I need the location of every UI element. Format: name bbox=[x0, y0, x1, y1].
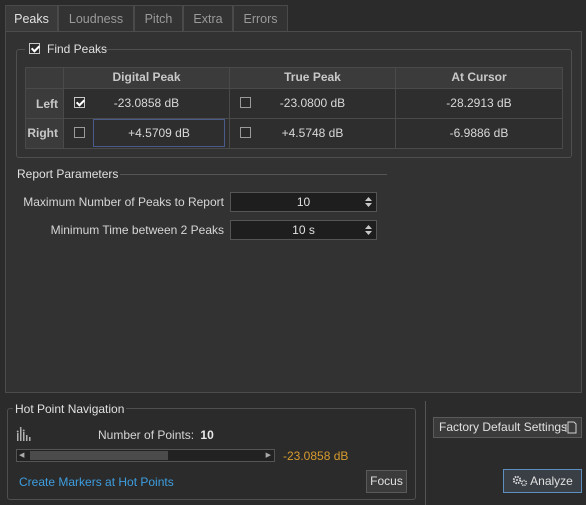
row-header-right: Right bbox=[26, 119, 64, 148]
peaks-table: Digital Peak True Peak At Cursor Left -2… bbox=[25, 67, 563, 149]
left-true-peak-checkbox[interactable] bbox=[240, 97, 251, 108]
find-peaks-checkbox[interactable] bbox=[29, 43, 40, 54]
min-time-label: Minimum Time between 2 Peaks bbox=[50, 223, 224, 237]
right-true-peak-cell[interactable]: +4.5748 dB bbox=[230, 119, 396, 148]
scroll-left-icon[interactable]: ◀ bbox=[19, 450, 24, 461]
factory-default-settings-button[interactable]: Factory Default Settings bbox=[433, 417, 582, 438]
left-digital-peak-cell[interactable]: -23.0858 dB bbox=[64, 89, 230, 119]
tab-loudness[interactable]: Loudness bbox=[58, 5, 134, 31]
left-true-peak-value: -23.0800 dB bbox=[279, 96, 346, 110]
max-peaks-spinbox[interactable]: 10 bbox=[230, 192, 377, 212]
find-peaks-label: Find Peaks bbox=[47, 42, 108, 56]
factory-default-settings-label: Factory Default Settings bbox=[439, 420, 568, 434]
copy-settings-icon bbox=[565, 421, 577, 434]
row-header-left: Left bbox=[26, 89, 64, 119]
tab-errors[interactable]: Errors bbox=[233, 5, 288, 31]
scroll-right-icon[interactable]: ▶ bbox=[266, 450, 271, 461]
right-digital-peak-checkbox[interactable] bbox=[74, 127, 85, 138]
tab-extra[interactable]: Extra bbox=[183, 5, 233, 31]
scrollbar-thumb[interactable] bbox=[30, 451, 168, 460]
min-time-spinbox[interactable]: 10 s bbox=[230, 220, 377, 240]
column-header-true-peak: True Peak bbox=[230, 68, 396, 89]
number-of-points-value: 10 bbox=[200, 428, 214, 442]
right-true-peak-checkbox[interactable] bbox=[240, 127, 251, 138]
left-true-peak-cell[interactable]: -23.0800 dB bbox=[230, 89, 396, 119]
right-digital-peak-value: +4.5709 dB bbox=[93, 119, 225, 147]
number-of-points-label: Number of Points: bbox=[98, 428, 195, 442]
vertical-divider bbox=[425, 401, 426, 505]
hot-point-navigation-title: Hot Point Navigation bbox=[13, 402, 127, 416]
left-digital-peak-checkbox[interactable] bbox=[74, 97, 85, 108]
tab-pitch[interactable]: Pitch bbox=[134, 5, 183, 31]
spin-arrows-icon[interactable] bbox=[364, 195, 373, 209]
min-time-value: 10 s bbox=[292, 223, 315, 237]
right-at-cursor-cell: -6.9886 dB bbox=[396, 119, 562, 148]
table-corner bbox=[26, 68, 64, 89]
number-of-points: Number of Points: 10 bbox=[98, 428, 214, 442]
left-at-cursor-cell: -28.2913 dB bbox=[396, 89, 562, 119]
right-at-cursor-value: -6.9886 dB bbox=[449, 126, 509, 140]
find-peaks-header: Find Peaks bbox=[25, 41, 107, 57]
hot-points-icon bbox=[16, 427, 31, 441]
create-markers-link[interactable]: Create Markers at Hot Points bbox=[19, 475, 174, 489]
spin-arrows-icon[interactable] bbox=[364, 223, 373, 237]
analyze-label: Analyze bbox=[530, 474, 573, 488]
report-parameters-title: Report Parameters bbox=[17, 167, 119, 181]
report-parameters-line bbox=[120, 174, 387, 175]
column-header-at-cursor: At Cursor bbox=[396, 68, 562, 89]
tab-peaks[interactable]: Peaks bbox=[5, 5, 58, 32]
gears-icon bbox=[512, 475, 528, 487]
left-at-cursor-value: -28.2913 dB bbox=[446, 96, 512, 110]
hot-point-value: -23.0858 dB bbox=[283, 449, 349, 463]
right-true-peak-value: +4.5748 dB bbox=[281, 126, 344, 140]
analyze-button[interactable]: Analyze bbox=[503, 469, 582, 493]
focus-button[interactable]: Focus bbox=[366, 470, 407, 493]
right-digital-peak-cell[interactable]: +4.5709 dB bbox=[64, 119, 230, 148]
column-header-digital-peak: Digital Peak bbox=[64, 68, 230, 89]
left-digital-peak-value: -23.0858 dB bbox=[113, 96, 180, 110]
hot-point-scrollbar[interactable]: ◀ ▶ bbox=[16, 449, 275, 462]
max-peaks-label: Maximum Number of Peaks to Report bbox=[23, 195, 224, 209]
max-peaks-value: 10 bbox=[296, 195, 311, 209]
